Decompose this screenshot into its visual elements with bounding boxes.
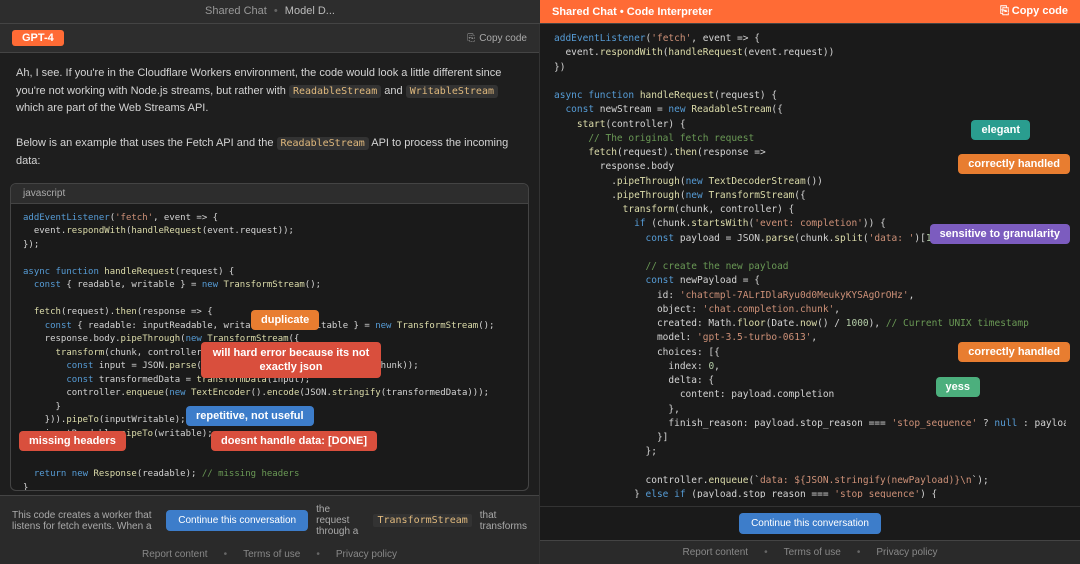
copy-icon: ⎘ — [1000, 5, 1009, 17]
left-footer-links: Report content • Terms of use • Privacy … — [0, 545, 539, 564]
footer-inline-code: TransformStream — [373, 514, 471, 527]
footer-text-after: the request through a — [316, 504, 365, 537]
report-content-link-left[interactable]: Report content — [142, 549, 208, 560]
copy-icon-left: ⎘ — [467, 33, 475, 44]
left-panel: GPT-4 ⎘ Copy code Ah, I see. If you're i… — [0, 24, 540, 564]
inline-code-readable: ReadableStream — [289, 85, 381, 98]
code-content-left: addEventListener('fetch', event => { eve… — [11, 204, 528, 490]
inline-code-writable: WritableStream — [406, 85, 498, 98]
code-block-header: javascript — [11, 184, 528, 204]
right-continue-bar: Continue this conversation — [540, 506, 1080, 540]
right-panel: addEventListener('fetch', event => { eve… — [540, 24, 1080, 564]
footer-text-before: This code creates a worker that listens … — [12, 510, 158, 532]
gpt4-label: GPT-4 — [12, 30, 64, 46]
right-copy-code-button[interactable]: ⎘ Copy code — [1000, 5, 1068, 18]
right-breadcrumb: Shared Chat • Code Interpreter ⎘ Copy co… — [540, 0, 1080, 23]
left-code-block: javascript addEventListener('fetch', eve… — [10, 183, 529, 491]
right-shared-label: Shared Chat • Code Interpreter — [552, 6, 712, 18]
shared-chat-bar: Shared Chat • Model D... Shared Chat • C… — [0, 0, 1080, 24]
terms-link-left[interactable]: Terms of use — [243, 549, 300, 560]
report-content-link-right[interactable]: Report content — [682, 547, 748, 558]
right-continue-button[interactable]: Continue this conversation — [739, 513, 881, 534]
left-chat-text: Ah, I see. If you're in the Cloudflare W… — [0, 53, 539, 183]
inline-code-readable2: ReadableStream — [277, 137, 369, 150]
left-breadcrumb: Shared Chat • Model D... — [0, 0, 540, 23]
footer-text-end: that transforms — [480, 510, 527, 532]
left-copy-code-button[interactable]: ⎘ Copy code — [467, 33, 527, 44]
terms-link-right[interactable]: Terms of use — [784, 547, 841, 558]
continue-conversation-button[interactable]: Continue this conversation — [166, 510, 308, 531]
left-footer: This code creates a worker that listens … — [0, 495, 539, 545]
privacy-link-left[interactable]: Privacy policy — [336, 549, 397, 560]
left-panel-header: GPT-4 ⎘ Copy code — [0, 24, 539, 53]
left-sep: • — [274, 5, 281, 17]
right-code-content: addEventListener('fetch', event => { eve… — [554, 32, 1066, 498]
privacy-link-right[interactable]: Privacy policy — [876, 547, 937, 558]
right-footer: Report content • Terms of use • Privacy … — [540, 540, 1080, 564]
left-shared-label: Shared Chat — [205, 5, 267, 17]
right-code-area: addEventListener('fetch', event => { eve… — [540, 24, 1080, 506]
main-content: GPT-4 ⎘ Copy code Ah, I see. If you're i… — [0, 24, 1080, 564]
code-lang-label: javascript — [23, 188, 65, 199]
left-model-label: Model D... — [285, 5, 335, 17]
